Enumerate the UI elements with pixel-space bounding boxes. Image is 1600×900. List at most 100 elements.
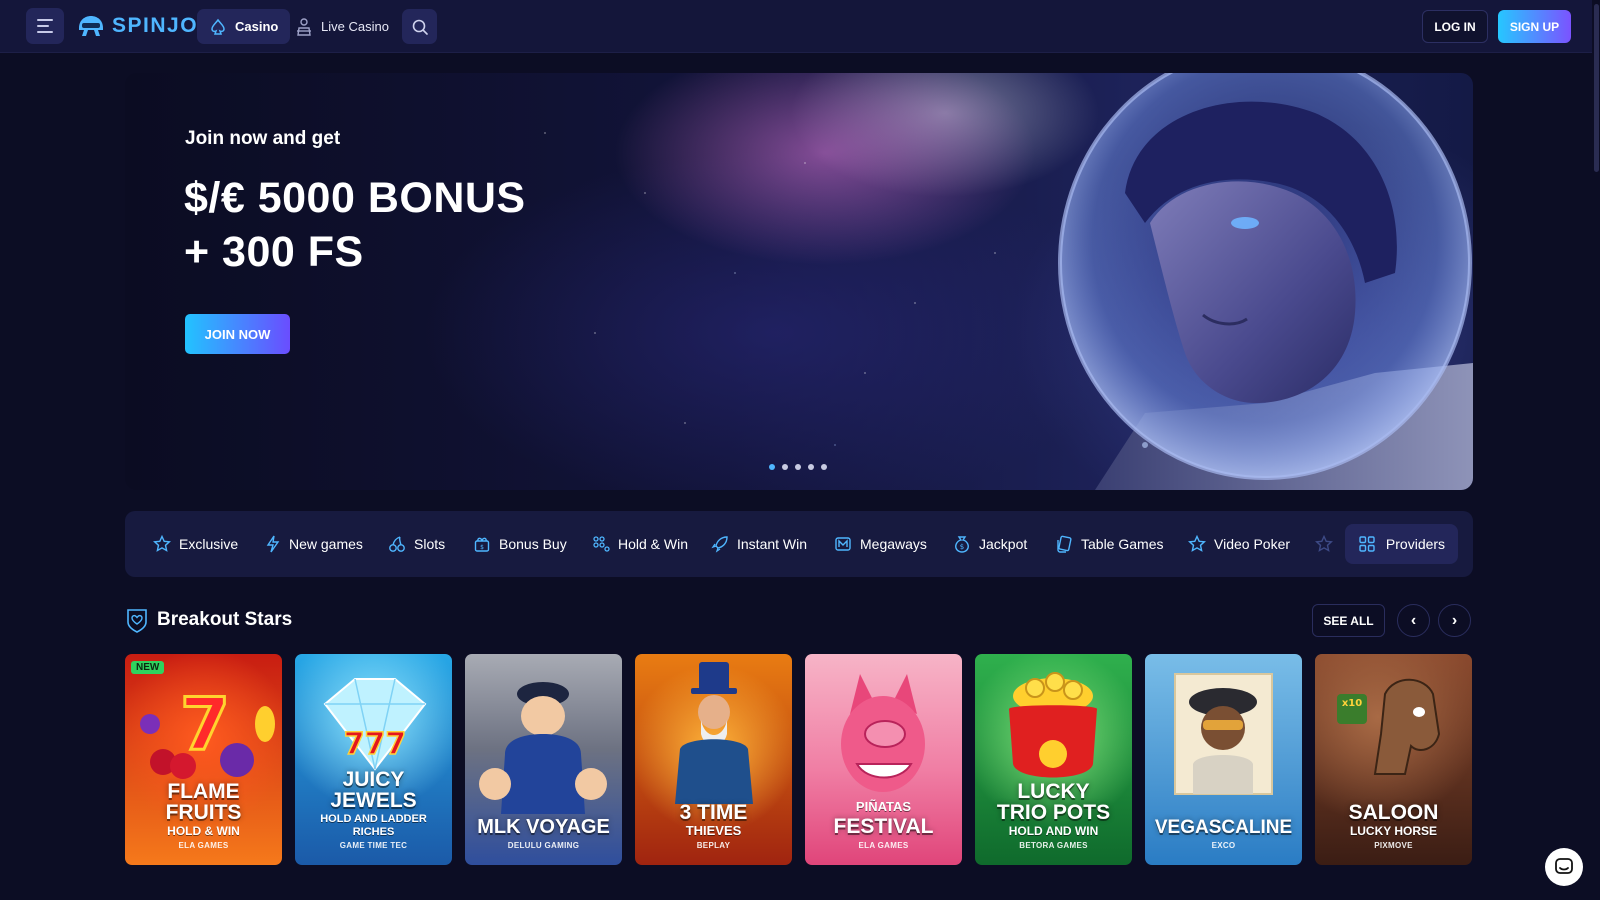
category-slots[interactable]: Slots	[388, 511, 445, 577]
category-exclusive[interactable]: Exclusive	[153, 511, 238, 577]
see-all-button[interactable]: SEE ALL	[1312, 604, 1385, 637]
heart-shield-icon	[127, 609, 147, 633]
category-label: Instant Win	[737, 536, 808, 552]
grid-icon	[1359, 536, 1375, 552]
providers-button[interactable]: Providers	[1345, 524, 1458, 564]
grid-dots-icon	[593, 536, 610, 552]
game-card[interactable]: MLK VOYAGE DELULU GAMING	[465, 654, 622, 865]
game-provider: ELA GAMES	[178, 841, 229, 850]
category-label: Jackpot	[979, 536, 1028, 552]
game-subtitle: THIEVES	[685, 823, 742, 838]
carousel-prev-button[interactable]: ‹	[1397, 604, 1430, 637]
category-video-poker[interactable]: Video Poker	[1188, 511, 1290, 577]
category-label: Bonus Buy	[499, 536, 567, 552]
category-label: Video Poker	[1214, 536, 1291, 552]
game-title-line2: 3 TIME	[679, 801, 748, 824]
brand-logo[interactable]: SPINJO	[76, 12, 198, 40]
game-provider: ELA GAMES	[858, 841, 909, 850]
game-provider: BEPLAY	[696, 841, 731, 850]
svg-text:777: 777	[344, 727, 407, 762]
category-megaways[interactable]: Megaways	[834, 511, 927, 577]
rocket-icon	[711, 536, 728, 553]
category-hold-win[interactable]: Hold & Win	[592, 511, 688, 577]
category-jackpot[interactable]: $ Jackpot	[953, 511, 1027, 577]
game-provider: EXCO	[1211, 841, 1236, 850]
category-instant-win[interactable]: Instant Win	[711, 511, 807, 577]
page-scrollbar-thumb[interactable]	[1594, 4, 1599, 172]
menu-icon-line	[37, 19, 53, 21]
category-table-games[interactable]: Table Games	[1055, 511, 1163, 577]
nav-casino-label: Casino	[235, 19, 279, 34]
section-title: Breakout Stars	[157, 609, 293, 630]
live-chat-button[interactable]	[1545, 848, 1583, 886]
game-subtitle: LUCKY HORSE	[1349, 824, 1438, 838]
hero-carousel-dots	[769, 464, 827, 470]
game-subtitle: HOLD & WIN	[167, 824, 240, 838]
carousel-dot[interactable]	[821, 464, 827, 470]
game-provider: GAME TIME TEC	[339, 841, 408, 850]
carousel-dot[interactable]	[769, 464, 775, 470]
join-now-button[interactable]: JOIN NOW	[185, 314, 290, 354]
category-label: New games	[289, 536, 363, 552]
gift-icon: $	[474, 537, 490, 552]
game-provider: BETORA GAMES	[1019, 841, 1088, 850]
game-title-line1: PIÑATAS	[855, 799, 912, 814]
hero-subtitle: Join now and get	[185, 128, 341, 149]
game-provider: PIXMOVE	[1374, 841, 1413, 850]
game-title-line1: FLAME	[167, 780, 240, 803]
menu-button[interactable]	[26, 8, 64, 44]
providers-label: Providers	[1385, 536, 1446, 552]
breakout-stars-header: Breakout Stars	[125, 604, 292, 636]
game-subtitle: HOLD AND WIN	[1008, 824, 1099, 838]
game-title-line1: LUCKY	[1017, 780, 1090, 803]
game-title-line2: JEWELS	[330, 789, 417, 812]
game-subtitle: HOLD AND LADDER RICHES	[320, 813, 427, 838]
m-icon	[835, 537, 851, 551]
game-title-line2: SALOON	[1348, 801, 1439, 824]
coin-bag-icon: $	[955, 536, 969, 553]
game-card[interactable]: PIÑATAS FESTIVAL ELA GAMES	[805, 654, 962, 865]
game-card[interactable]: VEGASCALINE EXCO	[1145, 654, 1302, 865]
nav-live-casino[interactable]: Live Casino	[283, 9, 401, 44]
category-label: Megaways	[860, 536, 927, 552]
cherries-icon	[389, 536, 405, 552]
chat-icon	[1555, 858, 1573, 874]
search-button[interactable]	[402, 9, 437, 44]
game-title-line1: JUICY	[342, 768, 405, 791]
game-title-line2: MLK VOYAGE	[477, 816, 610, 838]
game-card[interactable]: LUCKY TRIO POTS HOLD AND WIN BETORA GAME…	[975, 654, 1132, 865]
menu-icon-line	[37, 25, 49, 27]
top-bar: SPINJO Casino Live Casino LOG IN SIGN UP	[0, 0, 1600, 53]
signup-button[interactable]: SIGN UP	[1498, 10, 1571, 43]
hero-banner[interactable]: Join now and get $/€ 5000 BONUS + 300 FS…	[125, 73, 1473, 490]
nav-casino[interactable]: Casino	[197, 9, 291, 44]
brand-name: SPINJO	[112, 14, 199, 37]
category-bonus-buy[interactable]: $ Bonus Buy	[473, 511, 567, 577]
nav-live-casino-label: Live Casino	[321, 19, 389, 34]
svg-text:$: $	[960, 543, 964, 551]
carousel-next-button[interactable]: ›	[1438, 604, 1471, 637]
hero-headline: $/€ 5000 BONUS + 300 FS	[184, 171, 526, 279]
svg-text:$: $	[480, 544, 484, 551]
spade-icon	[211, 18, 225, 35]
game-provider: DELULU GAMING	[507, 841, 580, 850]
star-icon	[153, 535, 171, 552]
game-title-line2: FRUITS	[165, 801, 242, 824]
carousel-dot[interactable]	[808, 464, 814, 470]
search-icon	[412, 19, 428, 35]
game-card[interactable]: 777 JUICY JEWELS HOLD AND LADDER RICHES …	[295, 654, 452, 865]
game-title-line2: TRIO POTS	[996, 801, 1111, 824]
carousel-dot[interactable]	[782, 464, 788, 470]
category-label: Slots	[414, 536, 446, 552]
category-new-games[interactable]: New games	[265, 511, 363, 577]
new-badge: NEW	[131, 661, 165, 674]
star-icon	[1315, 535, 1333, 552]
game-card[interactable]: 3 TIME THIEVES BEPLAY	[635, 654, 792, 865]
login-button[interactable]: LOG IN	[1422, 10, 1488, 43]
category-label: Table Games	[1081, 536, 1164, 552]
bolt-icon	[266, 535, 280, 553]
carousel-dot[interactable]	[795, 464, 801, 470]
category-more-faded[interactable]	[1315, 511, 1333, 577]
game-card[interactable]: x10 SALOON LUCKY HORSE PIXMOVE	[1315, 654, 1472, 865]
game-card[interactable]: 7 NEW FLAME FRUITS HOLD & WIN ELA GAMES	[125, 654, 282, 865]
